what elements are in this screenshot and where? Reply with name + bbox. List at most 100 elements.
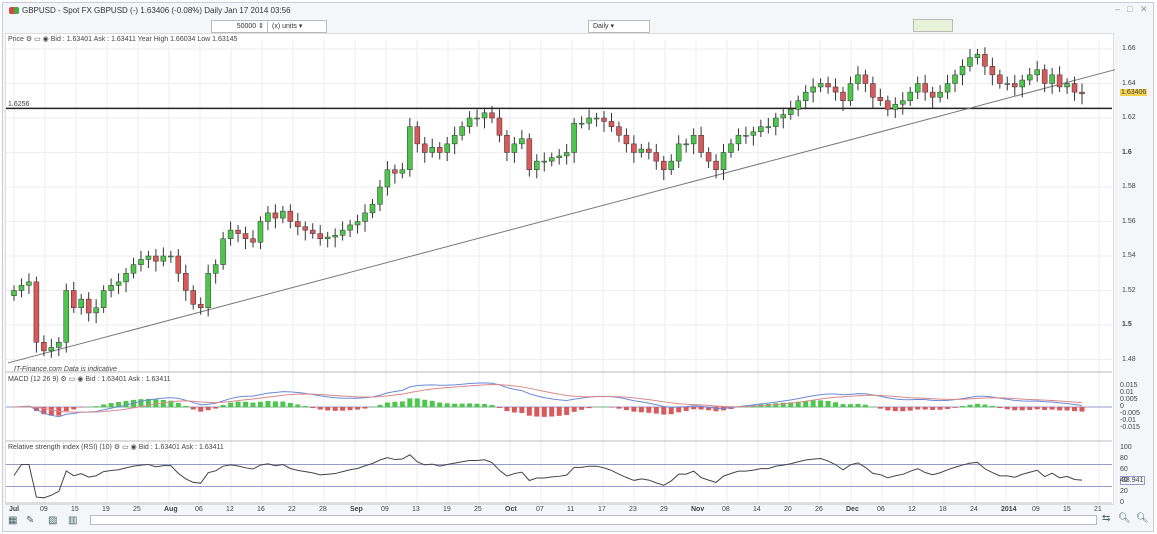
date-tick: 16 xyxy=(257,506,265,513)
macd-histogram-bar xyxy=(862,404,868,408)
macd-histogram-bar xyxy=(71,407,77,410)
candle xyxy=(638,148,645,153)
macd-histogram-bar xyxy=(571,407,577,412)
candle xyxy=(1012,83,1018,88)
chart-icon[interactable]: ▦ xyxy=(8,515,17,526)
candle xyxy=(698,135,704,153)
date-tick: 09 xyxy=(40,506,48,513)
settings-icon[interactable]: ⚙ ▭ ◉ xyxy=(26,36,49,43)
candle xyxy=(944,83,951,93)
date-tick: 22 xyxy=(288,506,296,513)
candle xyxy=(205,273,211,308)
candle xyxy=(900,100,906,105)
price-tick: 1.5 xyxy=(1122,321,1132,328)
macd-histogram-bar xyxy=(594,406,600,408)
draw-icon[interactable]: ▨ xyxy=(48,515,57,526)
candle xyxy=(220,238,226,265)
candle xyxy=(123,273,129,283)
candle xyxy=(631,143,637,153)
time-scrollbar[interactable] xyxy=(90,515,1097,525)
macd-line xyxy=(13,382,1083,418)
macd-histogram-bar xyxy=(399,401,405,408)
macd-histogram-bar xyxy=(220,404,226,408)
date-tick: 2014 xyxy=(1001,506,1017,513)
macd-histogram-bar xyxy=(347,407,353,411)
candle xyxy=(392,169,398,174)
candle xyxy=(526,138,533,170)
price-tick: 1.54 xyxy=(1122,252,1136,259)
macd-histogram-bar xyxy=(713,407,719,412)
candle xyxy=(780,114,787,119)
macd-histogram-bar xyxy=(317,407,323,410)
date-tick: 18 xyxy=(939,506,947,513)
candle xyxy=(78,298,84,308)
zoom-out-icon[interactable]: 🔍︎ xyxy=(1118,513,1131,524)
zoom-in-icon[interactable]: 🔍︎ xyxy=(1136,513,1149,524)
layout-icon[interactable]: ▥ xyxy=(68,515,77,526)
macd-histogram-bar xyxy=(459,403,465,408)
macd-histogram-bar xyxy=(960,406,966,408)
macd-histogram-bar xyxy=(1034,407,1040,410)
candle xyxy=(377,186,383,205)
indicators-icon[interactable]: ✎ xyxy=(26,515,34,526)
macd-label: MACD (12 26 9) xyxy=(8,376,59,383)
macd-tick: -0.015 xyxy=(1120,424,1140,431)
macd-histogram-bar xyxy=(444,403,450,408)
settings-icon[interactable]: ⚙ ▭ ◉ xyxy=(61,376,84,383)
price-tick: 1.62 xyxy=(1122,114,1136,121)
macd-histogram-bar xyxy=(892,407,898,412)
date-tick: 26 xyxy=(815,506,823,513)
macd-histogram-bar xyxy=(392,401,398,408)
price-tick: 1.66 xyxy=(1122,45,1136,52)
candle xyxy=(743,135,749,137)
candle xyxy=(56,342,62,348)
candle xyxy=(324,236,331,239)
date-tick: 20 xyxy=(784,506,792,513)
candle xyxy=(85,298,92,314)
candle xyxy=(100,290,107,308)
macd-histogram-bar xyxy=(922,407,928,410)
current-price-badge: 1.63406 xyxy=(1120,89,1148,96)
candle xyxy=(459,126,465,136)
macd-tick: 0.005 xyxy=(1120,396,1138,403)
candle xyxy=(885,100,891,110)
macd-histogram-bar xyxy=(601,406,607,408)
candle xyxy=(41,342,47,352)
candle xyxy=(802,91,809,101)
macd-histogram-bar xyxy=(519,407,525,413)
candle xyxy=(48,347,55,352)
candle xyxy=(601,117,607,122)
macd-histogram-bar xyxy=(175,402,181,408)
macd-histogram-bar xyxy=(340,407,346,411)
candle xyxy=(810,86,816,93)
candle xyxy=(302,226,309,231)
macd-histogram-bar xyxy=(870,406,876,408)
candle xyxy=(33,281,40,343)
macd-histogram-bar xyxy=(1079,407,1085,412)
candle xyxy=(922,83,928,93)
date-tick: 09 xyxy=(1032,506,1040,513)
settings-icon[interactable]: ⚙ ▭ ◉ xyxy=(114,444,137,451)
macd-histogram-bar xyxy=(287,402,293,408)
candle xyxy=(11,290,17,296)
candle xyxy=(832,86,839,93)
candle xyxy=(720,152,727,170)
candle xyxy=(444,143,450,153)
macd-histogram-bar xyxy=(623,407,629,411)
candle xyxy=(280,210,286,219)
candle xyxy=(795,100,801,110)
pan-icon[interactable]: ⇆ xyxy=(1102,513,1110,524)
macd-histogram-bar xyxy=(698,407,704,410)
macd-tick: -0.01 xyxy=(1120,417,1136,424)
date-tick: 29 xyxy=(660,506,668,513)
macd-histogram-bar xyxy=(78,407,84,408)
price-label: Price xyxy=(8,36,24,43)
macd-histogram-bar xyxy=(653,407,659,414)
macd-histogram-bar xyxy=(213,407,219,409)
macd-histogram-bar xyxy=(1072,407,1078,412)
candle xyxy=(70,290,77,308)
date-tick: Aug xyxy=(164,506,178,513)
candle xyxy=(862,74,869,84)
candle xyxy=(504,135,510,153)
candle xyxy=(661,160,667,170)
